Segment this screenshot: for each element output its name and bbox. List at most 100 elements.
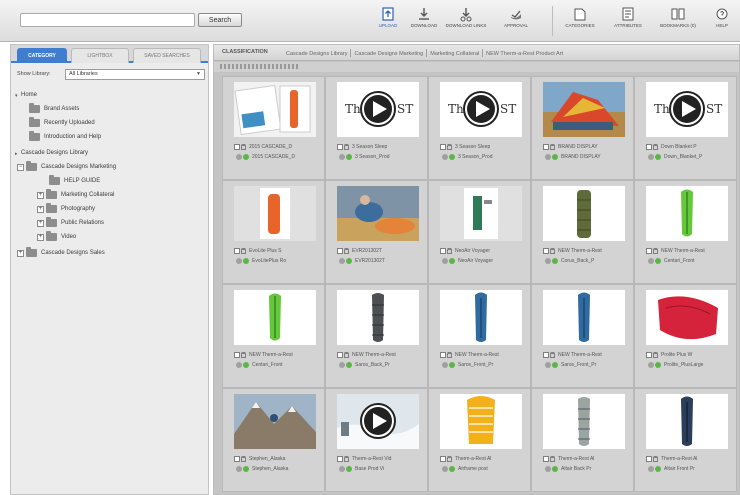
asset-tile[interactable]: NeoAir Voyager NeoAir Voyager [428,180,531,284]
asset-tile[interactable]: Therm-a-Rest Al Altair Back Pr [531,388,634,492]
asset-tile[interactable]: Stephen_Alaska Stephen_Alaska [222,388,325,492]
asset-checkbox[interactable] [440,248,446,255]
asset-checkbox[interactable] [234,456,240,463]
asset-checkbox[interactable] [646,456,652,463]
asset-checkbox[interactable] [337,352,343,359]
asset-thumbnail[interactable] [440,290,522,345]
attributes-tool[interactable]: ATTRIBUTES [606,4,650,38]
breadcrumb-item[interactable]: NEW Therm-a-Rest Product Art [486,51,563,57]
asset-thumbnail[interactable] [440,186,522,241]
help-tool[interactable]: HELP [704,4,740,38]
approval-tool[interactable]: APPROVAL [494,4,538,38]
asset-tile[interactable]: Therm-a-Rest Al Airframe post [428,388,531,492]
collapse-toggle-icon[interactable]: − [17,163,24,171]
asset-tile[interactable]: EVR201302T EVR201302T [325,180,428,284]
asset-tile[interactable]: NEW Therm-a-Rest Saros_Front_Pr [428,284,531,388]
asset-thumbnail[interactable] [646,394,728,449]
asset-tile[interactable]: Therm-a-Rest Vid Base Prod Vi [325,388,428,492]
asset-tile[interactable]: Therm-a-Rest Al Altair Front Pr [634,388,737,492]
tree-item-cascade-marketing[interactable]: − Cascade Designs Marketing [17,161,116,173]
approved-dot-icon [552,362,558,369]
asset-thumbnail[interactable] [543,82,625,137]
download-tool[interactable]: DOWNLOAD [402,4,446,38]
asset-tile[interactable]: NEW Therm-a-Rest Centari_Front [222,284,325,388]
tree-item-video[interactable]: + Video [37,231,76,243]
asset-checkbox[interactable] [337,144,343,151]
tab-lightbox[interactable]: LIGHTBOX [71,48,129,63]
asset-thumbnail[interactable]: Th ST [440,82,522,137]
asset-checkbox[interactable] [440,144,446,151]
asset-tile[interactable]: NEW Therm-a-Rest Corus_Back_P [531,180,634,284]
breadcrumb-title: CLASSIFICATION [222,49,268,55]
asset-checkbox[interactable] [234,352,240,359]
asset-checkbox[interactable] [543,248,549,255]
asset-checkbox[interactable] [646,352,652,359]
tab-saved-searches[interactable]: SAVED SEARCHES [133,48,201,63]
asset-tile[interactable]: Th ST Down Blanket P Down_Blanket_P [634,76,737,180]
asset-checkbox[interactable] [440,352,446,359]
asset-thumbnail[interactable] [646,290,728,345]
asset-thumbnail[interactable] [543,394,625,449]
asset-thumbnail[interactable]: Th ST [337,82,419,137]
tree-item-recently-uploaded[interactable]: Recently Uploaded [29,117,95,129]
asset-tile[interactable]: Th ST 3 Season Sleep 3 Season_Prod [325,76,428,180]
tree-item-photography[interactable]: + Photography [37,203,95,215]
search-button[interactable]: Search [198,13,242,27]
categories-tool[interactable]: CATEGORIES [558,4,602,38]
asset-thumbnail[interactable] [646,186,728,241]
bookmarks-tool[interactable]: BOOKMARKS (0) [656,4,700,38]
breadcrumb-item[interactable]: Cascade Designs Marketing [354,51,423,57]
breadcrumb-item[interactable]: Marketing Collateral [430,51,479,57]
asset-thumbnail[interactable] [234,186,316,241]
asset-filename: 3 Season_Prod [355,154,390,161]
asset-checkbox[interactable] [234,144,240,151]
tree-item-cascade-library[interactable]: ▸ Cascade Designs Library [15,147,88,159]
asset-checkbox[interactable] [234,248,240,255]
search-input[interactable] [20,13,195,27]
asset-tile[interactable]: 2015 CASCADE_D 2015 CASCADE_D [222,76,325,180]
breadcrumb-items: Cascade Designs Library Cascade Designs M… [286,49,563,57]
tree-item-marketing-collateral[interactable]: + Marketing Collateral [37,189,114,201]
asset-thumbnail[interactable] [234,82,316,137]
bookmarks-icon [671,8,685,20]
expand-toggle-icon[interactable]: + [37,191,44,199]
asset-thumbnail[interactable] [337,290,419,345]
breadcrumb-item[interactable]: Cascade Designs Library [286,51,347,57]
asset-checkbox[interactable] [646,248,652,255]
asset-tile[interactable]: NEW Therm-a-Rest Saros_Front_Pr [531,284,634,388]
asset-checkbox[interactable] [543,456,549,463]
asset-tile[interactable]: BRAND DISPLAY BRAND DISPLAY [531,76,634,180]
asset-checkbox[interactable] [646,144,652,151]
asset-tile[interactable]: NEW Therm-a-Rest Saros_Back_Pr [325,284,428,388]
asset-checkbox[interactable] [440,456,446,463]
expand-toggle-icon[interactable]: + [17,249,24,257]
asset-thumbnail[interactable] [234,290,316,345]
tree-item-home[interactable]: ▾ Home [15,89,37,101]
tree-item-cascade-sales[interactable]: + Cascade Designs Sales [17,247,105,259]
library-select[interactable]: All Libraries ▼ [65,69,205,80]
asset-thumbnail[interactable] [337,186,419,241]
asset-thumbnail[interactable] [440,394,522,449]
tree-item-introduction-help[interactable]: Introduction and Help [29,131,101,143]
expand-toggle-icon[interactable]: + [37,219,44,227]
expand-toggle-icon[interactable]: + [37,233,44,241]
asset-thumbnail[interactable] [234,394,316,449]
asset-thumbnail[interactable]: Th ST [646,82,728,137]
asset-checkbox[interactable] [337,248,343,255]
tree-item-public-relations[interactable]: + Public Relations [37,217,104,229]
asset-tile[interactable]: Prolite Plus W Prolite_PlusLarge [634,284,737,388]
asset-tile[interactable]: EvoLite Plus S EvoLitePlus Ro [222,180,325,284]
asset-checkbox[interactable] [543,144,549,151]
asset-checkbox[interactable] [337,456,343,463]
tree-item-brand-assets[interactable]: Brand Assets [29,103,79,115]
asset-thumbnail[interactable] [543,186,625,241]
tab-category[interactable]: CATEGORY [17,48,67,63]
asset-checkbox[interactable] [543,352,549,359]
tree-item-help-guide[interactable]: HELP GUIDE [49,175,100,187]
asset-thumbnail[interactable] [337,394,419,449]
download-links-tool[interactable]: DOWNLOAD LINKS [444,4,488,38]
asset-thumbnail[interactable] [543,290,625,345]
asset-tile[interactable]: NEW Therm-a-Rest Centari_Front [634,180,737,284]
asset-tile[interactable]: Th ST 3 Season Sleep 3 Season_Prod [428,76,531,180]
expand-toggle-icon[interactable]: + [37,205,44,213]
